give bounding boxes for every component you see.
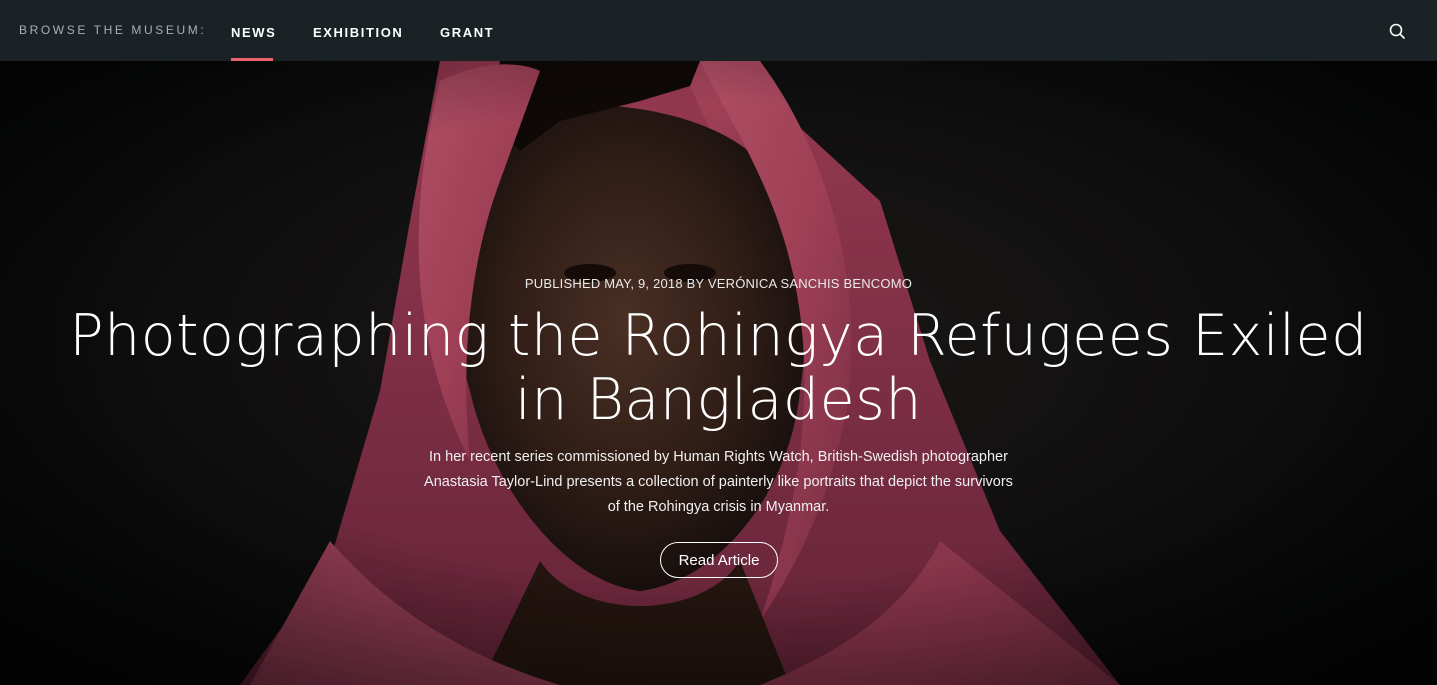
article-summary: In her recent series commissioned by Hum… — [424, 449, 1013, 515]
nav-item-grant[interactable]: GRANT — [440, 25, 494, 40]
article-title: Photographing the Rohingya Refugees Exil… — [69, 303, 1368, 433]
top-navigation-bar: BROWSE THE MUSEUM: NEWS EXHIBITION GRANT — [0, 0, 1437, 61]
search-icon — [1389, 23, 1405, 39]
read-article-button[interactable]: Read Article — [660, 542, 778, 578]
search-button[interactable] — [1386, 20, 1408, 42]
article-byline: PUBLISHED MAY, 9, 2018 BY VERÓNICA SANCH… — [524, 276, 913, 291]
hero-article: PUBLISHED MAY, 9, 2018 BY VERÓNICA SANCH… — [0, 61, 1437, 685]
nav-item-exhibition[interactable]: EXHIBITION — [313, 25, 403, 40]
browse-museum-label: BROWSE THE MUSEUM: — [19, 23, 207, 37]
nav-item-news[interactable]: NEWS — [231, 25, 276, 40]
hero-text-block: PUBLISHED MAY, 9, 2018 BY VERÓNICA SANCH… — [0, 61, 1437, 685]
active-nav-indicator — [231, 58, 273, 61]
